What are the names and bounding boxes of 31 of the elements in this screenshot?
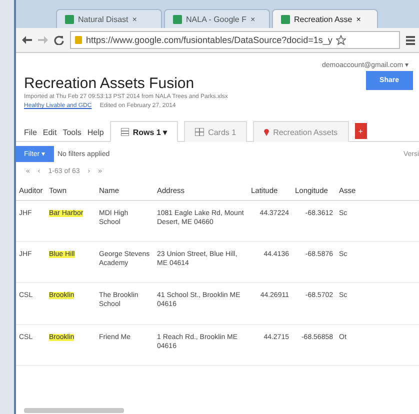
close-icon[interactable]: ×	[132, 14, 137, 24]
list-icon	[120, 128, 129, 136]
view-tab[interactable]: Rows 1 ▾	[110, 121, 178, 142]
menu-icon[interactable]	[406, 36, 415, 44]
tab-title: Natural Disast	[78, 14, 128, 24]
close-icon[interactable]: ×	[250, 14, 256, 24]
pin-icon	[264, 128, 270, 136]
add-tab-button[interactable]: +	[354, 123, 367, 139]
url-text: https://www.google.com/fusiontables/DataSource?docid=1s_y	[86, 35, 332, 45]
menu-item[interactable]: Tools	[62, 128, 82, 141]
page-icon	[173, 14, 182, 24]
menu-item[interactable]: Edit	[42, 128, 57, 141]
page-icon	[281, 14, 290, 24]
star-icon[interactable]	[336, 35, 346, 45]
view-tab[interactable]: Cards 1	[184, 121, 248, 142]
menu-item[interactable]: File	[24, 128, 37, 141]
back-icon[interactable]	[22, 36, 32, 44]
table-title: Recreation Assets Fusion	[24, 75, 196, 92]
reload-icon[interactable]	[54, 35, 64, 45]
address-bar[interactable]: https://www.google.com/fusiontables/DataSource?docid=1s_y	[70, 31, 400, 49]
browser-tab[interactable]: Recreation Asse ×	[272, 9, 378, 28]
grid-icon	[195, 128, 204, 136]
browser-tab[interactable]: Natural Disast ×	[56, 9, 162, 28]
scrollbar[interactable]	[24, 408, 124, 413]
tab-title: Recreation Asse	[294, 14, 352, 24]
view-tab[interactable]: Recreation Assets	[253, 121, 349, 142]
tab-title: NALA - Google F	[186, 14, 246, 24]
page-icon	[65, 14, 74, 24]
browser-tab[interactable]: NALA - Google F ×	[164, 9, 270, 28]
menu-item[interactable]: Help	[87, 128, 104, 141]
close-icon[interactable]: ×	[356, 14, 361, 24]
